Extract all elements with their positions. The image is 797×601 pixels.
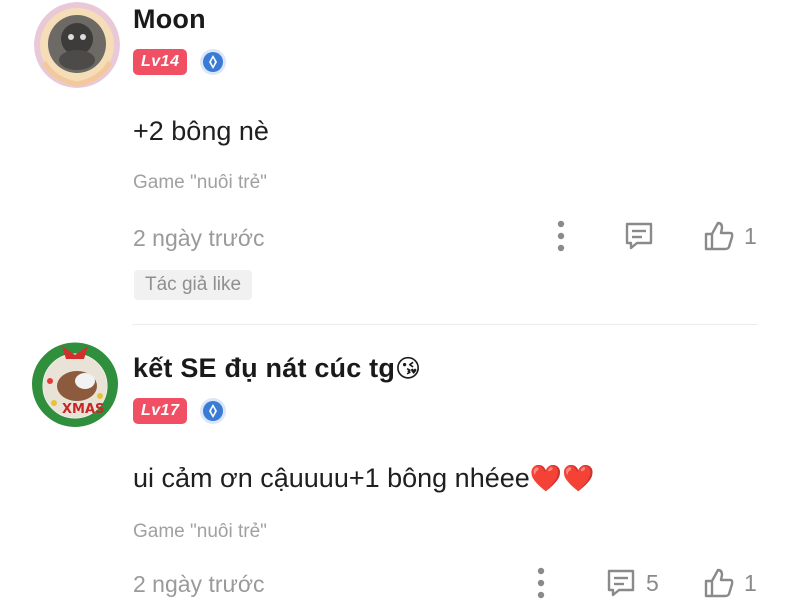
verified-icon [200,49,227,75]
level-badge: Lv17 [133,398,188,424]
timestamp: 2 ngày trước [133,571,265,597]
reply-button[interactable]: 5 [604,566,659,600]
comment-text-body: ui cảm ơn cậuuuu+1 bông nhéee [133,463,530,493]
avatar-image-icon: XMAS [32,341,118,427]
badge-row: Lv17 [133,397,227,425]
username-emoji: 😘 [395,355,422,383]
thumbs-up-icon [704,568,734,598]
username[interactable]: Moon [133,4,206,35]
level-badge: Lv14 [133,49,188,75]
comment-text: ui cảm ơn cậuuuu+1 bông nhéee❤️❤️ [133,463,595,494]
reply-count: 5 [646,569,659,596]
comment-source[interactable]: Game "nuôi trẻ" [133,521,267,543]
thumbs-up-icon [704,221,734,251]
comment-item: XMAS kết SE đụ nát cúc tg😘 Lv17 ui cảm ơ… [0,325,797,600]
svg-text:XMAS: XMAS [62,402,104,417]
like-count: 1 [744,222,757,249]
verified-icon [200,398,227,424]
badge-row: Lv14 [133,48,227,76]
more-options-button[interactable] [534,565,548,601]
comment-text: +2 bông nè [133,116,269,146]
reply-button[interactable] [622,219,664,253]
comment-icon [607,569,635,597]
comment-source[interactable]: Game "nuôi trẻ" [133,172,267,194]
avatar[interactable]: XMAS [32,341,118,427]
timestamp: 2 ngày trước [133,225,265,251]
like-button[interactable]: 1 [702,566,757,600]
heart-emojis: ❤️❤️ [529,463,595,493]
like-button[interactable]: 1 [702,219,757,253]
username-text: kết SE đụ nát cúc tg [133,353,396,383]
more-vertical-icon [557,220,565,252]
more-vertical-icon [537,567,545,599]
avatar-image-icon [34,2,120,88]
like-count: 1 [744,569,757,596]
avatar[interactable] [34,2,120,88]
more-options-button[interactable] [554,218,568,254]
comment-icon [625,222,653,250]
author-liked-tag: Tác giả like [134,270,253,300]
username[interactable]: kết SE đụ nát cúc tg😘 [133,353,421,384]
comment-item: Moon Lv14 +2 bông nè Game "nuôi trẻ" 2 n… [0,0,797,325]
